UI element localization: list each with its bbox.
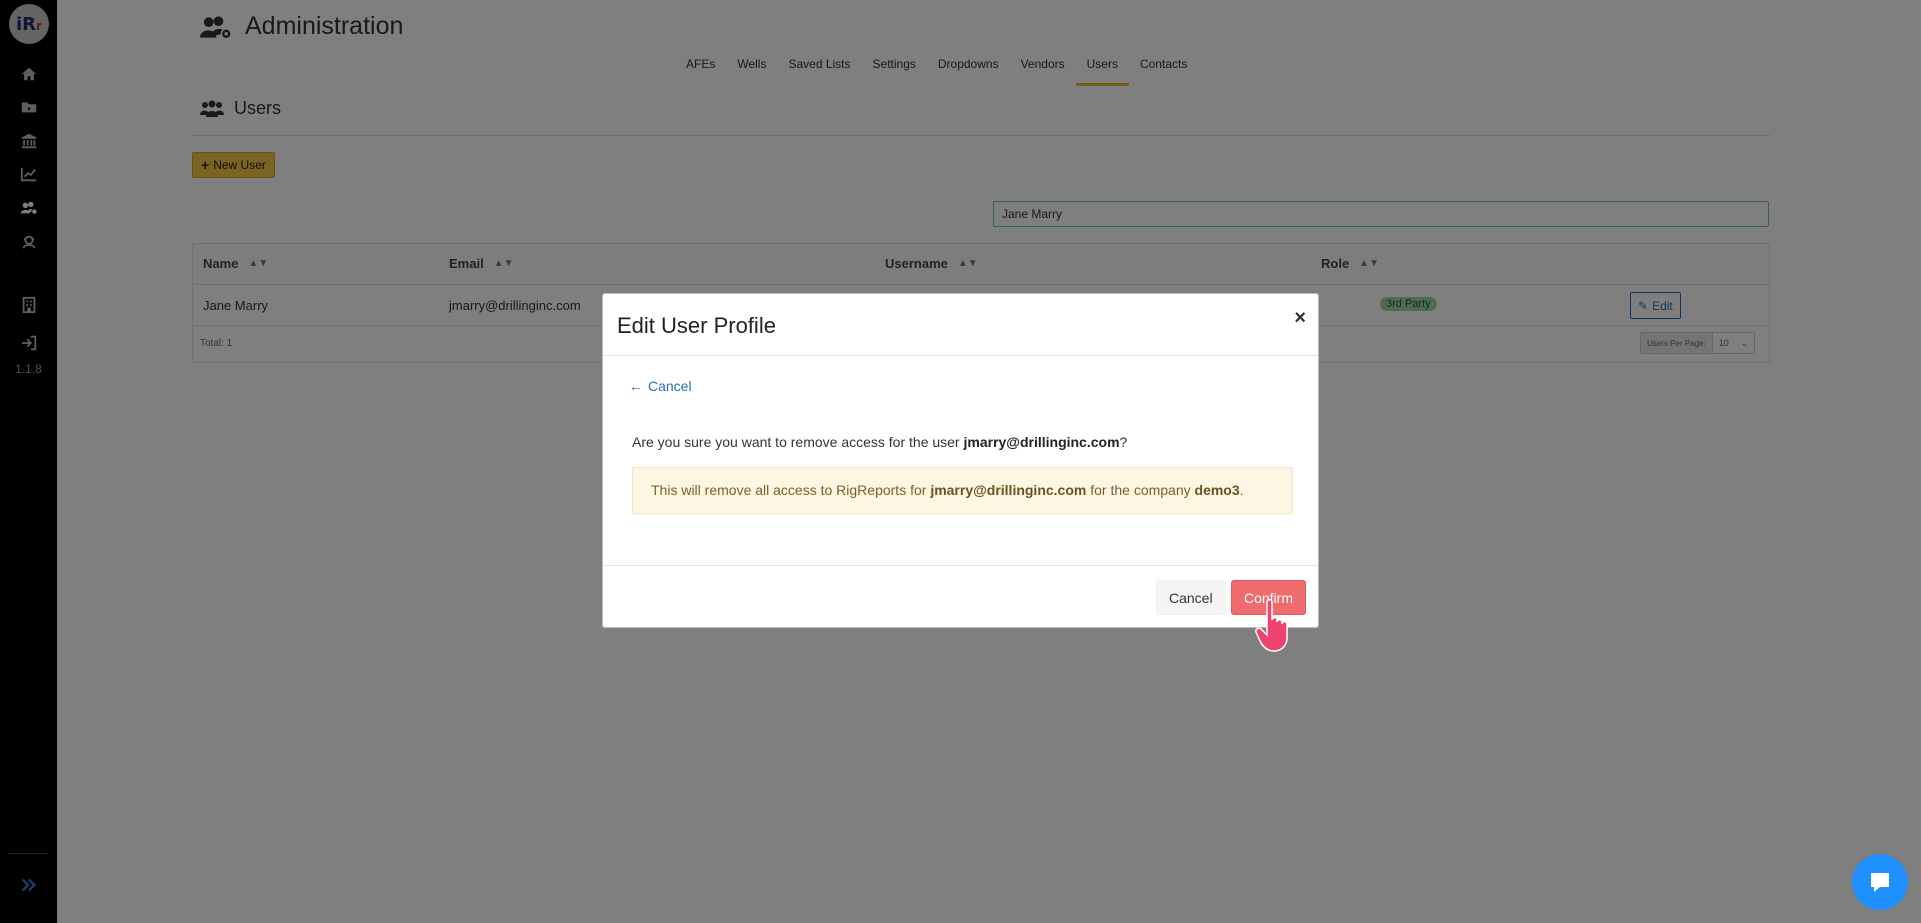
modal-title: Edit User Profile <box>617 313 776 338</box>
chat-icon <box>1871 873 1889 892</box>
hand-pointer-icon <box>1255 599 1288 652</box>
arrow-left-icon: ← <box>629 378 643 394</box>
edit-user-profile-modal: Edit User Profile × ← Cancel Are you sur… <box>602 293 1319 628</box>
confirm-question: Are you sure you want to remove access f… <box>632 434 1128 450</box>
modal-body: ← Cancel Are you sure you want to remove… <box>603 356 1318 566</box>
modal-footer: Cancel Confirm <box>603 566 1318 628</box>
cancel-button[interactable]: Cancel <box>1156 580 1226 615</box>
warning-alert: This will remove all access to RigReport… <box>632 467 1293 514</box>
modal-header: Edit User Profile × <box>603 294 1318 356</box>
back-cancel-link[interactable]: ← Cancel <box>629 378 692 394</box>
chat-widget-button[interactable] <box>1852 854 1908 910</box>
close-icon[interactable]: × <box>1294 308 1306 328</box>
